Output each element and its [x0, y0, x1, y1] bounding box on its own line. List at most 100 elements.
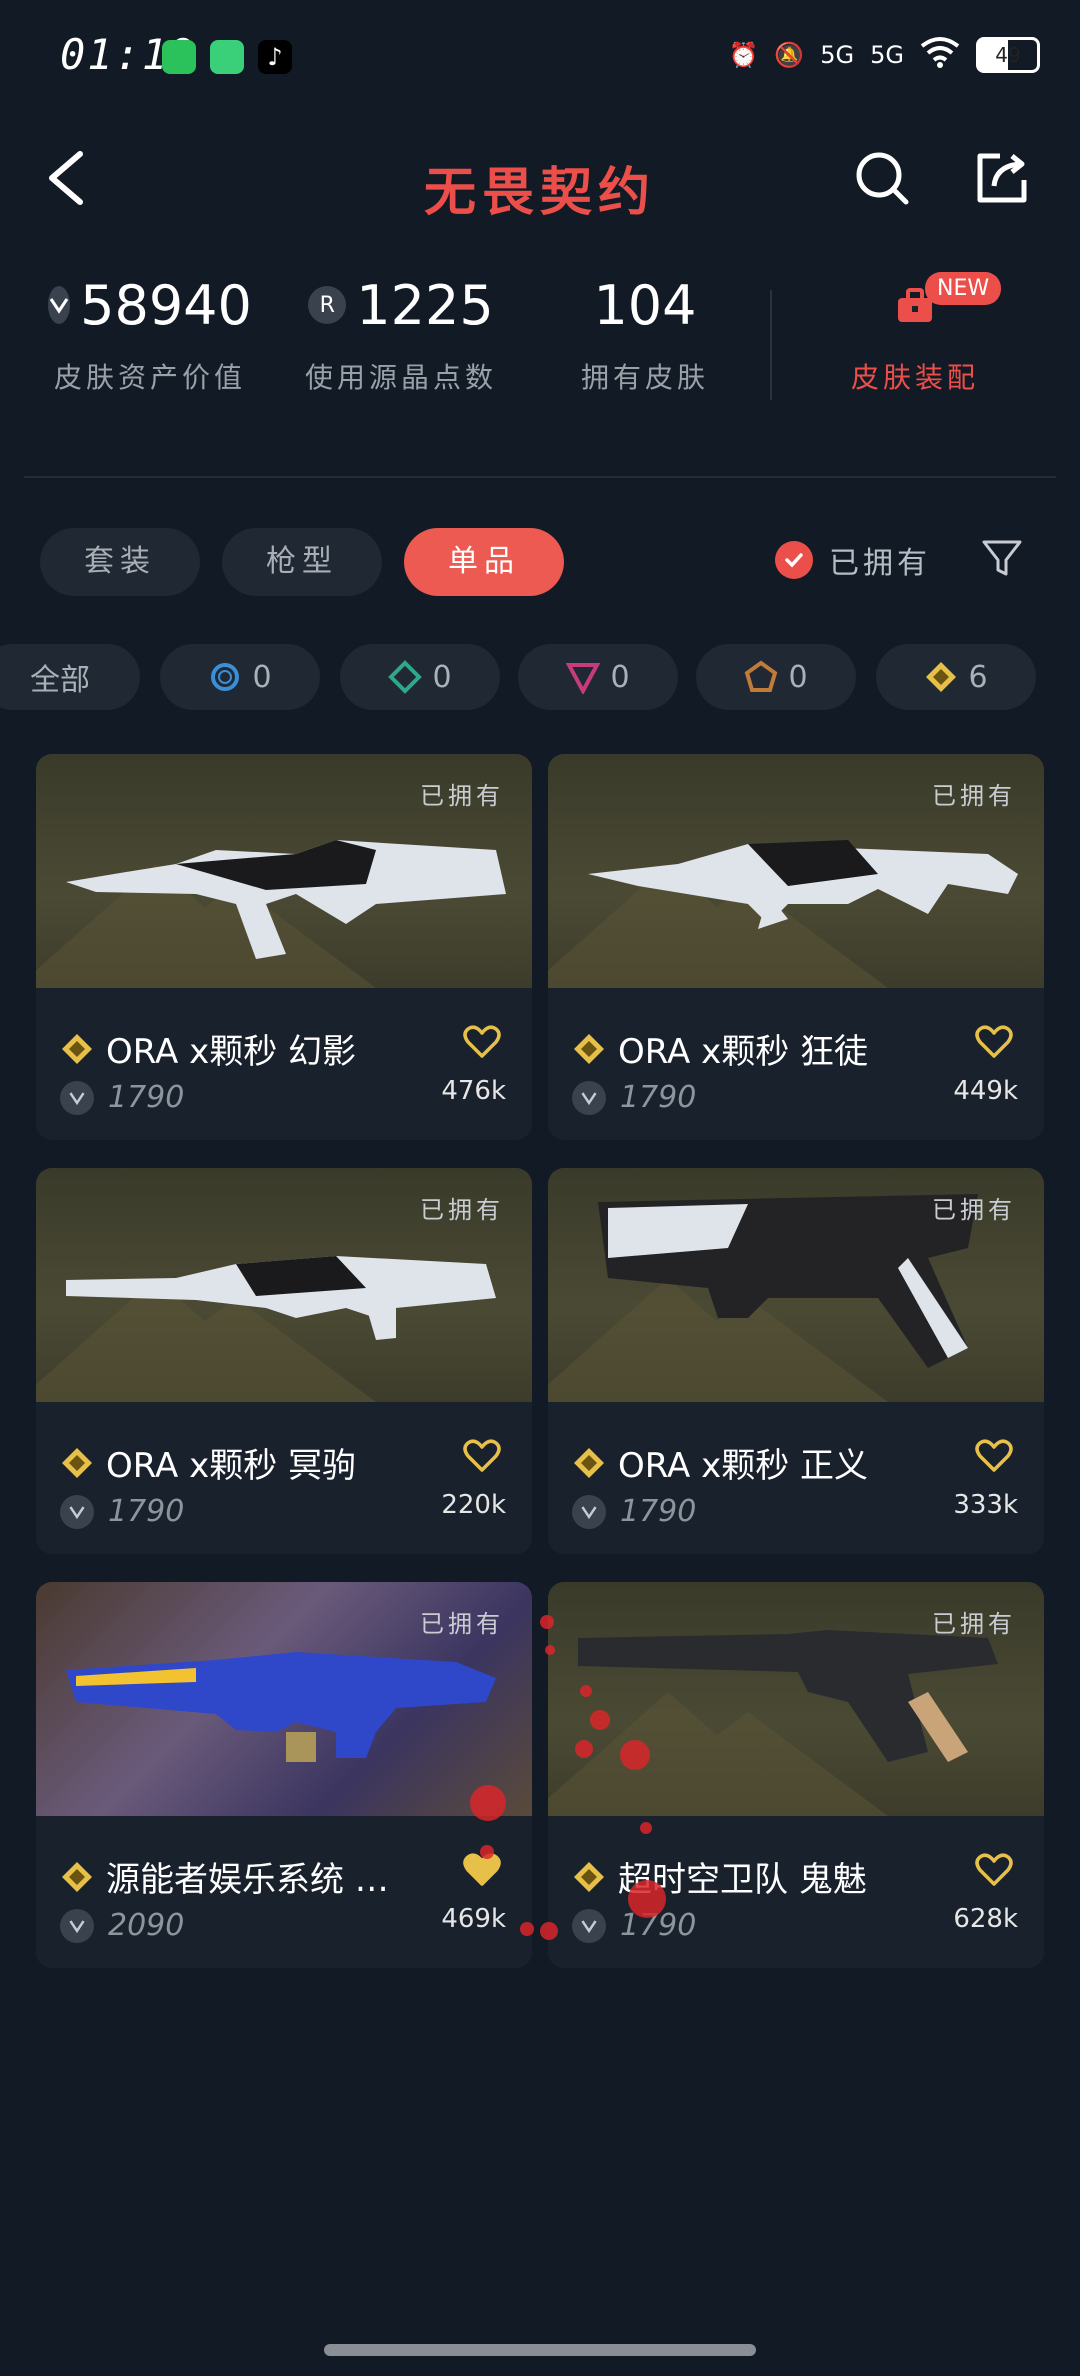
ultra-tier-icon	[574, 1447, 604, 1478]
particle-effect	[620, 1740, 650, 1770]
ultra-tier-icon	[62, 1447, 92, 1478]
particle-effect	[545, 1645, 555, 1655]
skin-price-row: 1790	[572, 1080, 696, 1115]
skin-price-row: 1790	[60, 1494, 184, 1529]
checkbox-checked-icon	[775, 541, 813, 579]
wechat-icon	[162, 40, 196, 74]
tier-chip-deluxe[interactable]: 0	[340, 644, 500, 710]
like-count: 628k	[953, 1904, 1018, 1934]
page-title: 无畏契约	[423, 163, 656, 223]
ultra-tier-icon	[62, 1033, 92, 1064]
skin-card[interactable]: 已拥有 ORA x颗秒 冥驹 1790 220k	[36, 1168, 532, 1554]
heart-icon[interactable]	[974, 1022, 1014, 1062]
tier-chip-ultra[interactable]: 6	[876, 644, 1036, 710]
heart-icon[interactable]	[462, 1022, 502, 1062]
premium-tier-icon	[566, 663, 601, 694]
asset-value: 58940	[80, 273, 252, 337]
status-icons: ⏰ 🔕 5G 5G 49	[728, 36, 1040, 74]
wifi-icon	[920, 36, 960, 74]
radianite-value: 1225	[356, 273, 494, 337]
particle-effect	[470, 1785, 506, 1821]
skin-name: ORA x颗秒 冥驹	[106, 1446, 357, 1486]
owned-tag: 已拥有	[420, 782, 504, 810]
skin-card[interactable]: 已拥有 ORA x颗秒 正义 1790 333k	[548, 1168, 1044, 1554]
tab-suits[interactable]: 套装	[40, 528, 200, 596]
skin-name: ORA x颗秒 正义	[618, 1446, 869, 1486]
skin-price: 1790	[620, 1494, 697, 1529]
ultra-tier-icon	[62, 1861, 92, 1892]
ultra-tier-icon	[926, 662, 957, 692]
owned-skins-value: 104	[593, 273, 697, 337]
owned-tag: 已拥有	[420, 1196, 504, 1224]
asset-value-label: 皮肤资产价值	[53, 361, 246, 394]
top-bar: 无畏契约	[0, 120, 1080, 240]
vp-currency-icon	[572, 1494, 606, 1529]
tier-chip-exclusive[interactable]: 0	[696, 644, 856, 710]
skin-card[interactable]: 已拥有 源能者娱乐系统 … 2090 469k	[36, 1582, 532, 1968]
vp-currency-icon	[60, 1080, 94, 1115]
skin-price: 1790	[620, 1080, 697, 1115]
exclusive-tier-icon	[745, 660, 778, 692]
skin-price: 2090	[108, 1908, 185, 1943]
particle-effect	[575, 1740, 593, 1758]
select-tier-icon	[211, 663, 240, 691]
new-badge: NEW	[925, 272, 1002, 305]
tab-single-items[interactable]: 单品	[404, 528, 564, 596]
particle-effect	[540, 1615, 554, 1629]
skin-image: 已拥有	[36, 1582, 532, 1816]
owned-skins-stat: 104 拥有皮肤	[560, 270, 730, 396]
section-divider	[24, 476, 1056, 478]
vp-currency-icon	[60, 1908, 94, 1943]
like-count: 220k	[441, 1490, 506, 1520]
skin-price-row: 1790	[572, 1494, 696, 1529]
skin-equip-label: 皮肤装配	[850, 361, 979, 394]
mute-icon: 🔕	[774, 41, 805, 69]
particle-effect	[540, 1922, 558, 1940]
particle-effect	[520, 1922, 534, 1936]
owned-filter-toggle[interactable]: 已拥有	[775, 538, 931, 582]
skin-image: 已拥有	[548, 1168, 1044, 1402]
tier-chip-premium[interactable]: 0	[518, 644, 678, 710]
deluxe-tier-icon	[388, 660, 423, 694]
signal-2: 5G	[870, 41, 904, 69]
divider	[770, 290, 772, 400]
vp-currency-icon	[572, 1080, 606, 1115]
asset-value-stat: 58940 皮肤资产价值	[48, 270, 252, 396]
skin-card[interactable]: 已拥有 ORA x颗秒 幻影 1790 476k	[36, 754, 532, 1140]
heart-icon[interactable]	[974, 1850, 1014, 1890]
heart-icon[interactable]	[974, 1436, 1014, 1476]
skin-name-row: ORA x颗秒 正义	[572, 1438, 952, 1487]
particle-effect	[640, 1822, 652, 1834]
like-count: 333k	[953, 1490, 1018, 1520]
radianite-stat: R 1225 使用源晶点数	[296, 270, 506, 396]
stats-panel: 58940 皮肤资产价值 R 1225 使用源晶点数 104 拥有皮肤 皮肤装配	[0, 270, 1080, 420]
skin-price: 1790	[108, 1080, 185, 1115]
vp-currency-icon	[572, 1908, 606, 1943]
ultra-tier-icon	[574, 1033, 604, 1064]
particle-effect	[590, 1710, 610, 1730]
share-icon[interactable]	[972, 148, 1032, 208]
like-count: 449k	[953, 1076, 1018, 1106]
message-app-icon	[210, 40, 244, 74]
tab-weapon-type[interactable]: 枪型	[222, 528, 382, 596]
tier-count: 0	[610, 659, 630, 695]
skin-name: ORA x颗秒 狂徒	[618, 1032, 869, 1072]
tier-chip-all[interactable]: 全部	[0, 644, 140, 710]
tiktok-icon: ♪	[258, 40, 292, 74]
home-indicator[interactable]	[324, 2344, 756, 2356]
skin-card[interactable]: 已拥有 ORA x颗秒 狂徒 1790 449k	[548, 754, 1044, 1140]
ultra-tier-icon	[574, 1861, 604, 1892]
search-icon[interactable]	[852, 148, 912, 208]
status-bar: 01:19 ♪ ⏰ 🔕 5G 5G 49	[0, 0, 1080, 120]
vp-currency-icon	[60, 1494, 94, 1529]
skin-card[interactable]: 已拥有 超时空卫队 鬼魅 1790 628k	[548, 1582, 1044, 1968]
skin-name-row: ORA x颗秒 幻影	[60, 1024, 440, 1073]
tier-chip-select[interactable]: 0	[160, 644, 320, 710]
signal-1: 5G	[820, 41, 855, 69]
heart-icon[interactable]	[462, 1436, 502, 1476]
skin-image: 已拥有	[548, 754, 1044, 988]
owned-tag: 已拥有	[420, 1610, 504, 1638]
radianite-label: 使用源晶点数	[304, 361, 497, 394]
skin-image: 已拥有	[36, 1168, 532, 1402]
filter-icon[interactable]	[980, 536, 1024, 580]
